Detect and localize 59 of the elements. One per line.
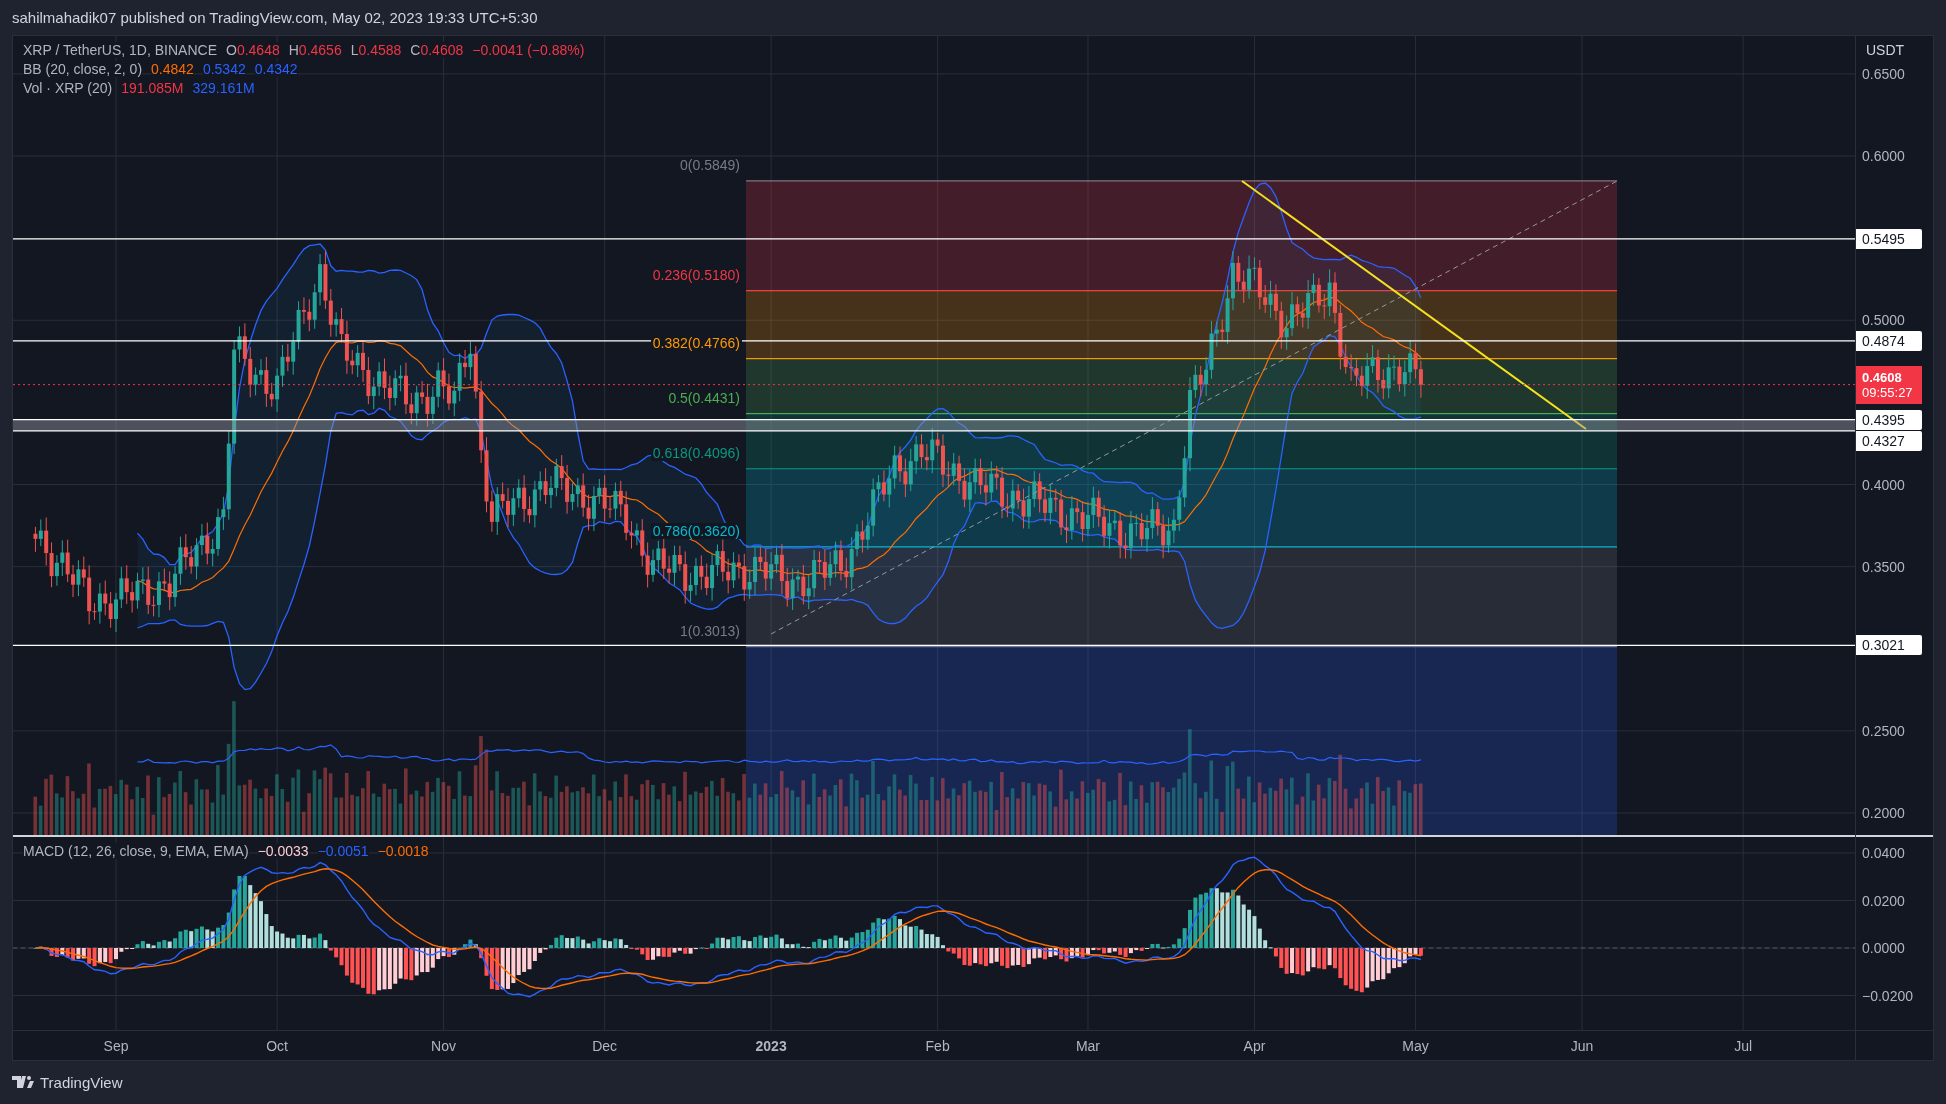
horizontal-line[interactable] xyxy=(13,644,1855,646)
price-tick: 0.4000 xyxy=(1862,475,1905,494)
time-axis-label: 2023 xyxy=(755,1038,787,1054)
price-tick: 0.3500 xyxy=(1862,557,1905,576)
tradingview-logo-icon[interactable] xyxy=(12,1076,34,1088)
time-axis-label: Mar xyxy=(1075,1038,1101,1054)
time-axis-label: Nov xyxy=(431,1038,456,1054)
time-axis-label: Feb xyxy=(925,1038,950,1054)
indicator-value: −0.0018 xyxy=(377,843,429,859)
price-level-label: 0.3021 xyxy=(1856,635,1922,656)
indicator-value: 191.085M xyxy=(121,80,184,96)
macd-tick: 0.0400 xyxy=(1862,844,1905,862)
indicator-title[interactable]: MACD (12, 26, close, 9, EMA, EMA) xyxy=(23,843,249,859)
price-tick: 0.2500 xyxy=(1862,721,1905,740)
brand-name[interactable]: TradingView xyxy=(40,1073,123,1091)
fib-level-label: 1(0.3013) xyxy=(678,622,742,639)
ohlc-value: O0.4648 xyxy=(226,42,280,58)
macd-tick: 0.0000 xyxy=(1862,939,1905,957)
time-axis-label: Jun xyxy=(1570,1038,1594,1054)
time-axis-label: Sep xyxy=(103,1038,129,1054)
price-level-label: 0.5495 xyxy=(1856,228,1922,249)
indicator-value: −0.0033 xyxy=(257,843,309,859)
symbol-title[interactable]: XRP / TetherUS, 1D, BINANCE xyxy=(23,42,217,58)
price-tick: 0.2000 xyxy=(1862,804,1905,822)
macd-tick: −0.0200 xyxy=(1862,986,1913,1005)
price-tick: 0.6000 xyxy=(1862,147,1905,165)
fib-level-label: 0.382(0.4766) xyxy=(650,334,742,351)
price-change: −0.0041 (−0.88%) xyxy=(472,42,585,58)
time-axis-label: Jul xyxy=(1734,1038,1753,1054)
price-level-label: 0.4395 xyxy=(1856,409,1922,430)
indicator-value: 329.161M xyxy=(192,80,255,96)
ohlc-value: C0.4608 xyxy=(410,42,464,58)
indicator-value: 0.4842 xyxy=(151,61,194,77)
price-tick: 0.5000 xyxy=(1862,311,1905,330)
time-axis-label: Dec xyxy=(592,1038,618,1054)
fib-level-label: 0.618(0.4096) xyxy=(650,444,742,461)
time-axis-label: May xyxy=(1402,1038,1429,1054)
fib-level-label: 0.786(0.3620) xyxy=(650,522,742,539)
current-price-label: 0.4608 09:55:27 xyxy=(1856,365,1922,404)
price-tick: 0.6500 xyxy=(1862,64,1905,83)
indicator-value: −0.0051 xyxy=(317,843,369,859)
fib-level-label: 0.5(0.4431) xyxy=(666,389,742,406)
price-level-label: 0.4327 xyxy=(1856,430,1922,451)
macd-tick: 0.0200 xyxy=(1862,891,1905,910)
ohlc-value: L0.4588 xyxy=(350,42,402,58)
horizontal-line[interactable] xyxy=(13,340,1855,342)
trend-line[interactable] xyxy=(1241,180,1587,430)
indicator-title[interactable]: BB (20, close, 2, 0) xyxy=(23,61,143,77)
support-zone[interactable] xyxy=(13,419,1855,432)
fib-level-label: 0.236(0.5180) xyxy=(650,266,742,283)
indicator-value: 0.4342 xyxy=(254,61,298,77)
ohlc-value: H0.4656 xyxy=(288,42,342,58)
indicator-title[interactable]: Vol · XRP (20) xyxy=(23,80,113,96)
time-axis-label: Oct xyxy=(266,1038,288,1054)
time-axis-label: Apr xyxy=(1243,1038,1266,1054)
publish-info: sahilmahadik07 published on TradingView.com, May 02, 2023 19:33 UTC+5:30 xyxy=(12,9,538,26)
currency-unit: USDT xyxy=(1866,42,1905,58)
price-level-label: 0.4874 xyxy=(1856,330,1922,351)
indicator-value: 0.5342 xyxy=(202,61,246,77)
